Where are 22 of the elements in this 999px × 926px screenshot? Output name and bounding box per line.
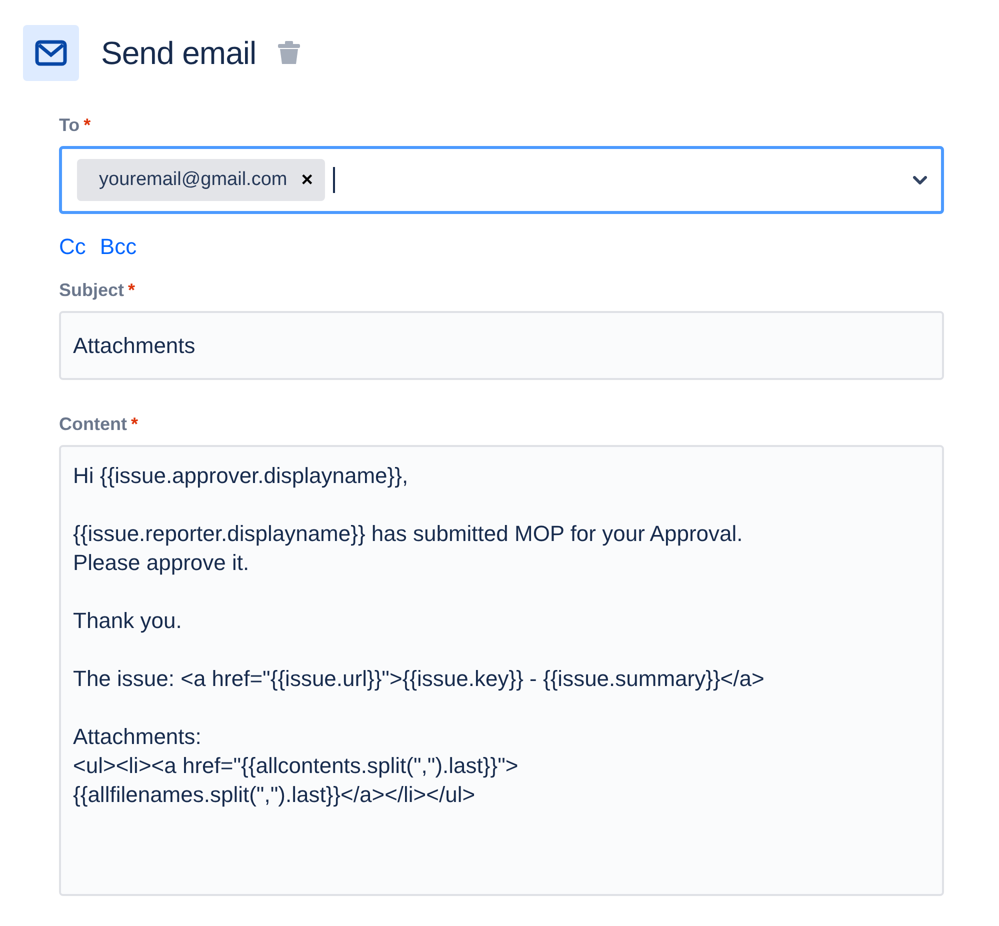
- required-mark: *: [84, 115, 91, 135]
- mail-icon: [23, 25, 79, 81]
- content-paragraph: The issue: <a href="{{issue.url}}">{{issue.key}} - {{issue.summary}}</a>: [73, 665, 766, 693]
- remove-button[interactable]: ×: [299, 168, 315, 192]
- chip-label: youremail@gmail.com: [99, 169, 288, 191]
- content-paragraph: Attachments: <ul><li><a href="{{allcontents.split(",").last}}"> {{allfilenames.split(",").last}}</a></li></ul>: [73, 723, 520, 809]
- content-paragraph: Hi {{issue.approver.displayname}},: [73, 462, 410, 490]
- field-label: To *: [59, 115, 92, 136]
- content-paragraph: Thank you.: [73, 607, 183, 635]
- subject-field[interactable]: Attachments: [59, 311, 944, 380]
- content-field[interactable]: [59, 445, 944, 896]
- content-paragraph: {{issue.reporter.displayname}} has submitted MOP for your Approval. Please approve it.: [73, 520, 744, 577]
- field-label: Subject *: [59, 280, 136, 301]
- recipient-field[interactable]: youremail@gmail.com ×: [59, 146, 944, 214]
- field-label: Content *: [59, 414, 139, 435]
- required-mark: *: [128, 280, 136, 300]
- recipient-link[interactable]: Bcc: [100, 234, 137, 260]
- page-title: Send email: [101, 34, 256, 72]
- required-mark: *: [130, 414, 138, 434]
- text-cursor: [332, 167, 335, 193]
- recipient-link[interactable]: Cc: [59, 234, 86, 260]
- chevron-down-icon[interactable]: [913, 176, 927, 184]
